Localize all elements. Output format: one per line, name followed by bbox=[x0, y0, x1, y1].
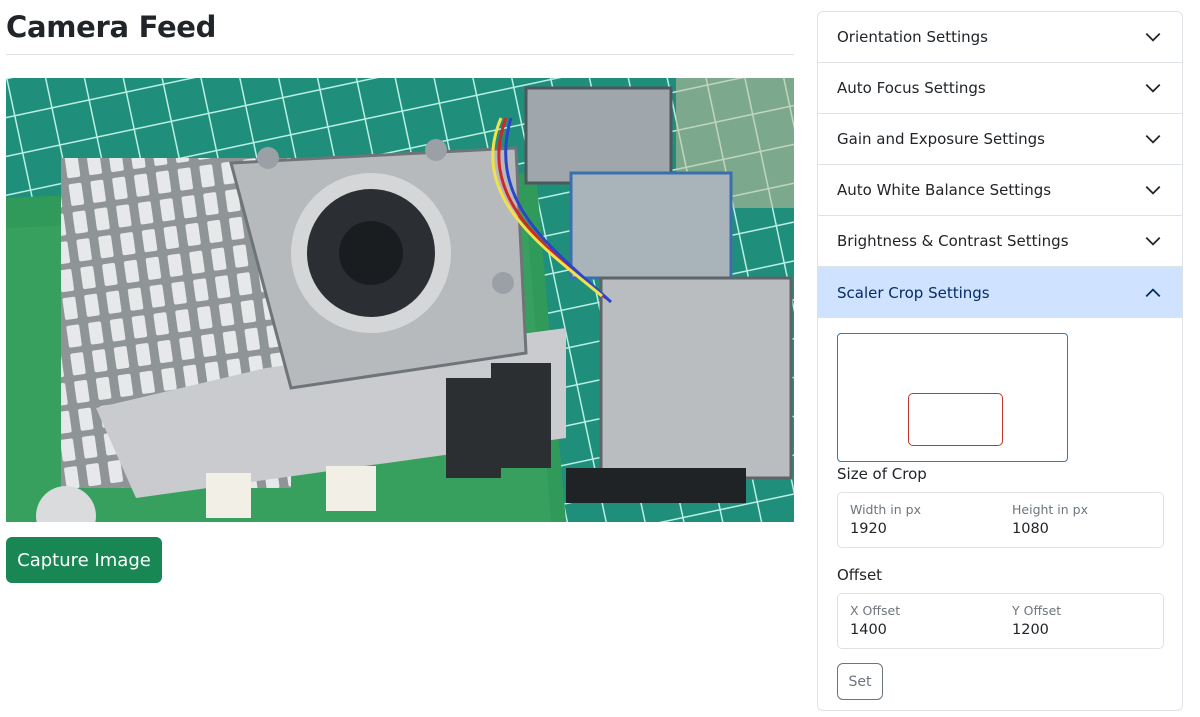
accordion-item-gain-exposure: Gain and Exposure Settings bbox=[818, 114, 1182, 165]
accordion-item-white-balance: Auto White Balance Settings bbox=[818, 165, 1182, 216]
accordion-header-label: Auto Focus Settings bbox=[837, 79, 986, 97]
chevron-up-icon bbox=[1145, 287, 1161, 297]
width-field-label: Width in px bbox=[850, 502, 921, 517]
camera-feed-image bbox=[6, 78, 794, 522]
x-offset-field: X Offset bbox=[837, 593, 1001, 649]
x-offset-field-label: X Offset bbox=[850, 603, 901, 618]
settings-accordion: Orientation Settings Auto Focus Settings… bbox=[817, 11, 1183, 711]
scaler-crop-settings-header[interactable]: Scaler Crop Settings bbox=[818, 267, 1182, 318]
accordion-item-orientation: Orientation Settings bbox=[818, 12, 1182, 63]
height-input[interactable] bbox=[1012, 521, 1152, 537]
accordion-header-label: Orientation Settings bbox=[837, 28, 988, 46]
y-offset-field-label: Y Offset bbox=[1012, 603, 1062, 618]
auto-focus-settings-header[interactable]: Auto Focus Settings bbox=[818, 63, 1182, 113]
size-of-crop-label: Size of Crop bbox=[837, 465, 927, 483]
y-offset-input[interactable] bbox=[1012, 622, 1152, 638]
accordion-item-scaler-crop: Scaler Crop Settings Size of Crop Width … bbox=[818, 267, 1182, 710]
accordion-item-auto-focus: Auto Focus Settings bbox=[818, 63, 1182, 114]
x-offset-input[interactable] bbox=[850, 622, 990, 638]
chevron-down-icon bbox=[1145, 236, 1161, 246]
page-title: Camera Feed bbox=[6, 10, 217, 44]
chevron-down-icon bbox=[1145, 134, 1161, 144]
offset-label: Offset bbox=[837, 566, 883, 584]
width-field: Width in px bbox=[837, 492, 1001, 548]
title-divider bbox=[6, 54, 794, 55]
y-offset-field: Y Offset bbox=[1000, 593, 1164, 649]
crop-region-box[interactable] bbox=[908, 393, 1003, 446]
brightness-contrast-settings-header[interactable]: Brightness & Contrast Settings bbox=[818, 216, 1182, 266]
crop-preview-frame bbox=[837, 333, 1068, 462]
accordion-header-label: Auto White Balance Settings bbox=[837, 181, 1052, 199]
accordion-header-label: Brightness & Contrast Settings bbox=[837, 232, 1069, 250]
height-field-label: Height in px bbox=[1012, 502, 1088, 517]
accordion-header-label: Scaler Crop Settings bbox=[837, 283, 990, 302]
scaler-crop-panel: Size of Crop Width in px Height in px Of… bbox=[818, 318, 1182, 710]
set-button[interactable]: Set bbox=[837, 663, 883, 700]
gain-exposure-settings-header[interactable]: Gain and Exposure Settings bbox=[818, 114, 1182, 164]
orientation-settings-header[interactable]: Orientation Settings bbox=[818, 12, 1182, 62]
chevron-down-icon bbox=[1145, 83, 1161, 93]
width-input[interactable] bbox=[850, 521, 990, 537]
chevron-down-icon bbox=[1145, 32, 1161, 42]
accordion-header-label: Gain and Exposure Settings bbox=[837, 130, 1045, 148]
chevron-down-icon bbox=[1145, 185, 1161, 195]
white-balance-settings-header[interactable]: Auto White Balance Settings bbox=[818, 165, 1182, 215]
accordion-item-brightness-contrast: Brightness & Contrast Settings bbox=[818, 216, 1182, 267]
height-field: Height in px bbox=[1000, 492, 1164, 548]
capture-image-button[interactable]: Capture Image bbox=[6, 537, 162, 583]
